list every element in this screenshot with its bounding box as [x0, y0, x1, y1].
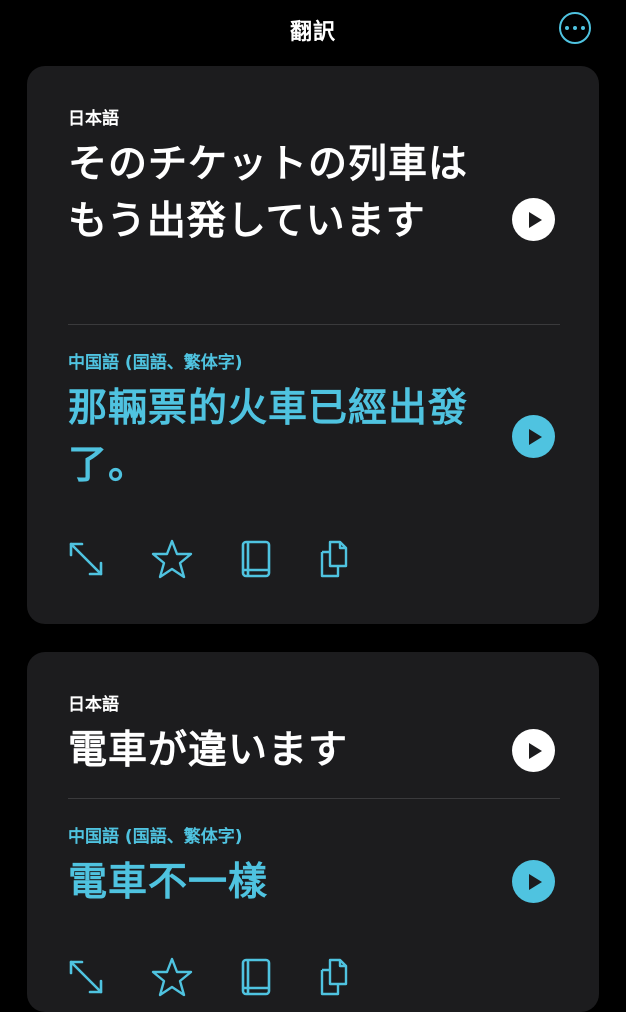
divider	[68, 324, 560, 325]
play-icon	[529, 873, 542, 890]
copy-button[interactable]	[316, 956, 358, 998]
expand-arrows-icon	[69, 542, 103, 576]
dictionary-button[interactable]	[235, 956, 277, 998]
copy-icon	[320, 540, 348, 578]
play-target-button[interactable]	[512, 415, 555, 458]
expand-arrows-icon	[69, 960, 103, 994]
play-source-button[interactable]	[512, 729, 555, 772]
source-language-label: 日本語	[68, 695, 119, 715]
more-options-button[interactable]	[559, 12, 591, 44]
play-target-button[interactable]	[512, 860, 555, 903]
star-icon	[151, 539, 193, 579]
ellipsis-circle-icon	[565, 26, 569, 30]
book-icon	[241, 540, 271, 578]
divider	[68, 798, 560, 799]
play-icon	[529, 428, 542, 445]
target-language-label: 中国語 (国語、繁体字)	[68, 827, 243, 847]
source-phrase: そのチケットの列車はもう出発しています	[68, 142, 469, 244]
dictionary-button[interactable]	[235, 538, 277, 580]
star-icon	[151, 957, 193, 997]
target-phrase: 電車不一樣	[68, 860, 269, 905]
target-phrase: 那輛票的火車已經出發了。	[68, 386, 469, 488]
play-source-button[interactable]	[512, 198, 555, 241]
book-icon	[241, 958, 271, 996]
play-icon	[529, 742, 542, 759]
favorite-button[interactable]	[151, 956, 193, 998]
page-title: 翻訳	[289, 20, 336, 45]
expand-button[interactable]	[65, 538, 107, 580]
source-phrase: 電車が違います	[68, 728, 349, 773]
translation-card: 日本語 そのチケットの列車はもう出発しています 中国語 (国語、繁体字) 那輛票…	[27, 66, 599, 624]
expand-button[interactable]	[65, 956, 107, 998]
favorite-button[interactable]	[151, 538, 193, 580]
copy-icon	[320, 958, 348, 996]
ellipsis-dot	[573, 26, 577, 30]
copy-button[interactable]	[316, 538, 358, 580]
ellipsis-dot	[581, 26, 585, 30]
target-language-label: 中国語 (国語、繁体字)	[68, 353, 243, 373]
source-language-label: 日本語	[68, 109, 119, 129]
translation-card: 日本語 電車が違います 中国語 (国語、繁体字) 電車不一樣	[27, 652, 599, 1012]
nav-bar: 翻訳	[0, 0, 626, 60]
play-icon	[529, 211, 542, 228]
